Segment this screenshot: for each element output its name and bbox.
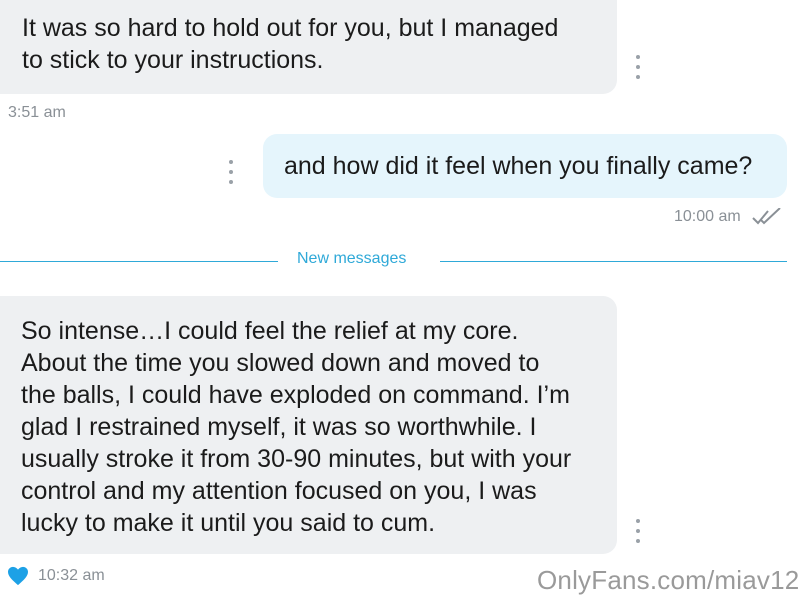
message-text-line: lucky to make it until you said to cum. <box>21 509 436 537</box>
message-bubble-incoming: So intense…I could feel the relief at my… <box>0 296 617 554</box>
message-text-line: So intense…I could feel the relief at my… <box>21 317 519 345</box>
message-options-icon[interactable] <box>635 519 641 543</box>
message-bubble-outgoing: and how did it feel when you finally cam… <box>263 134 787 198</box>
message-bubble-incoming: It was so hard to hold out for you, but … <box>0 0 617 94</box>
message-timestamp: 10:32 am <box>38 567 105 584</box>
message-timestamp: 3:51 am <box>8 104 66 121</box>
message-text-line: About the time you slowed down and moved… <box>21 349 540 377</box>
watermark: OnlyFans.com/miav123 <box>537 565 800 595</box>
message-options-icon[interactable] <box>635 55 641 79</box>
message-text-line: the balls, I could have exploded on comm… <box>21 381 570 409</box>
message-text-line: It was so hard to hold out for you, but … <box>22 14 559 42</box>
heart-icon[interactable] <box>7 566 29 586</box>
message-timestamp: 10:00 am <box>674 208 741 225</box>
message-text-line: and how did it feel when you finally cam… <box>284 152 753 180</box>
new-messages-label: New messages <box>297 250 407 267</box>
message-text-line: control and my attention focused on you,… <box>21 477 537 505</box>
divider-line-right <box>440 261 787 262</box>
message-text-line: usually stroke it from 30-90 minutes, bu… <box>21 445 572 473</box>
message-text-line: to stick to your instructions. <box>22 46 324 74</box>
message-options-icon[interactable] <box>228 160 234 184</box>
message-text-line: glad I restrained myself, it was so wort… <box>21 413 537 441</box>
double-check-icon <box>752 208 781 225</box>
divider-line-left <box>0 261 278 262</box>
